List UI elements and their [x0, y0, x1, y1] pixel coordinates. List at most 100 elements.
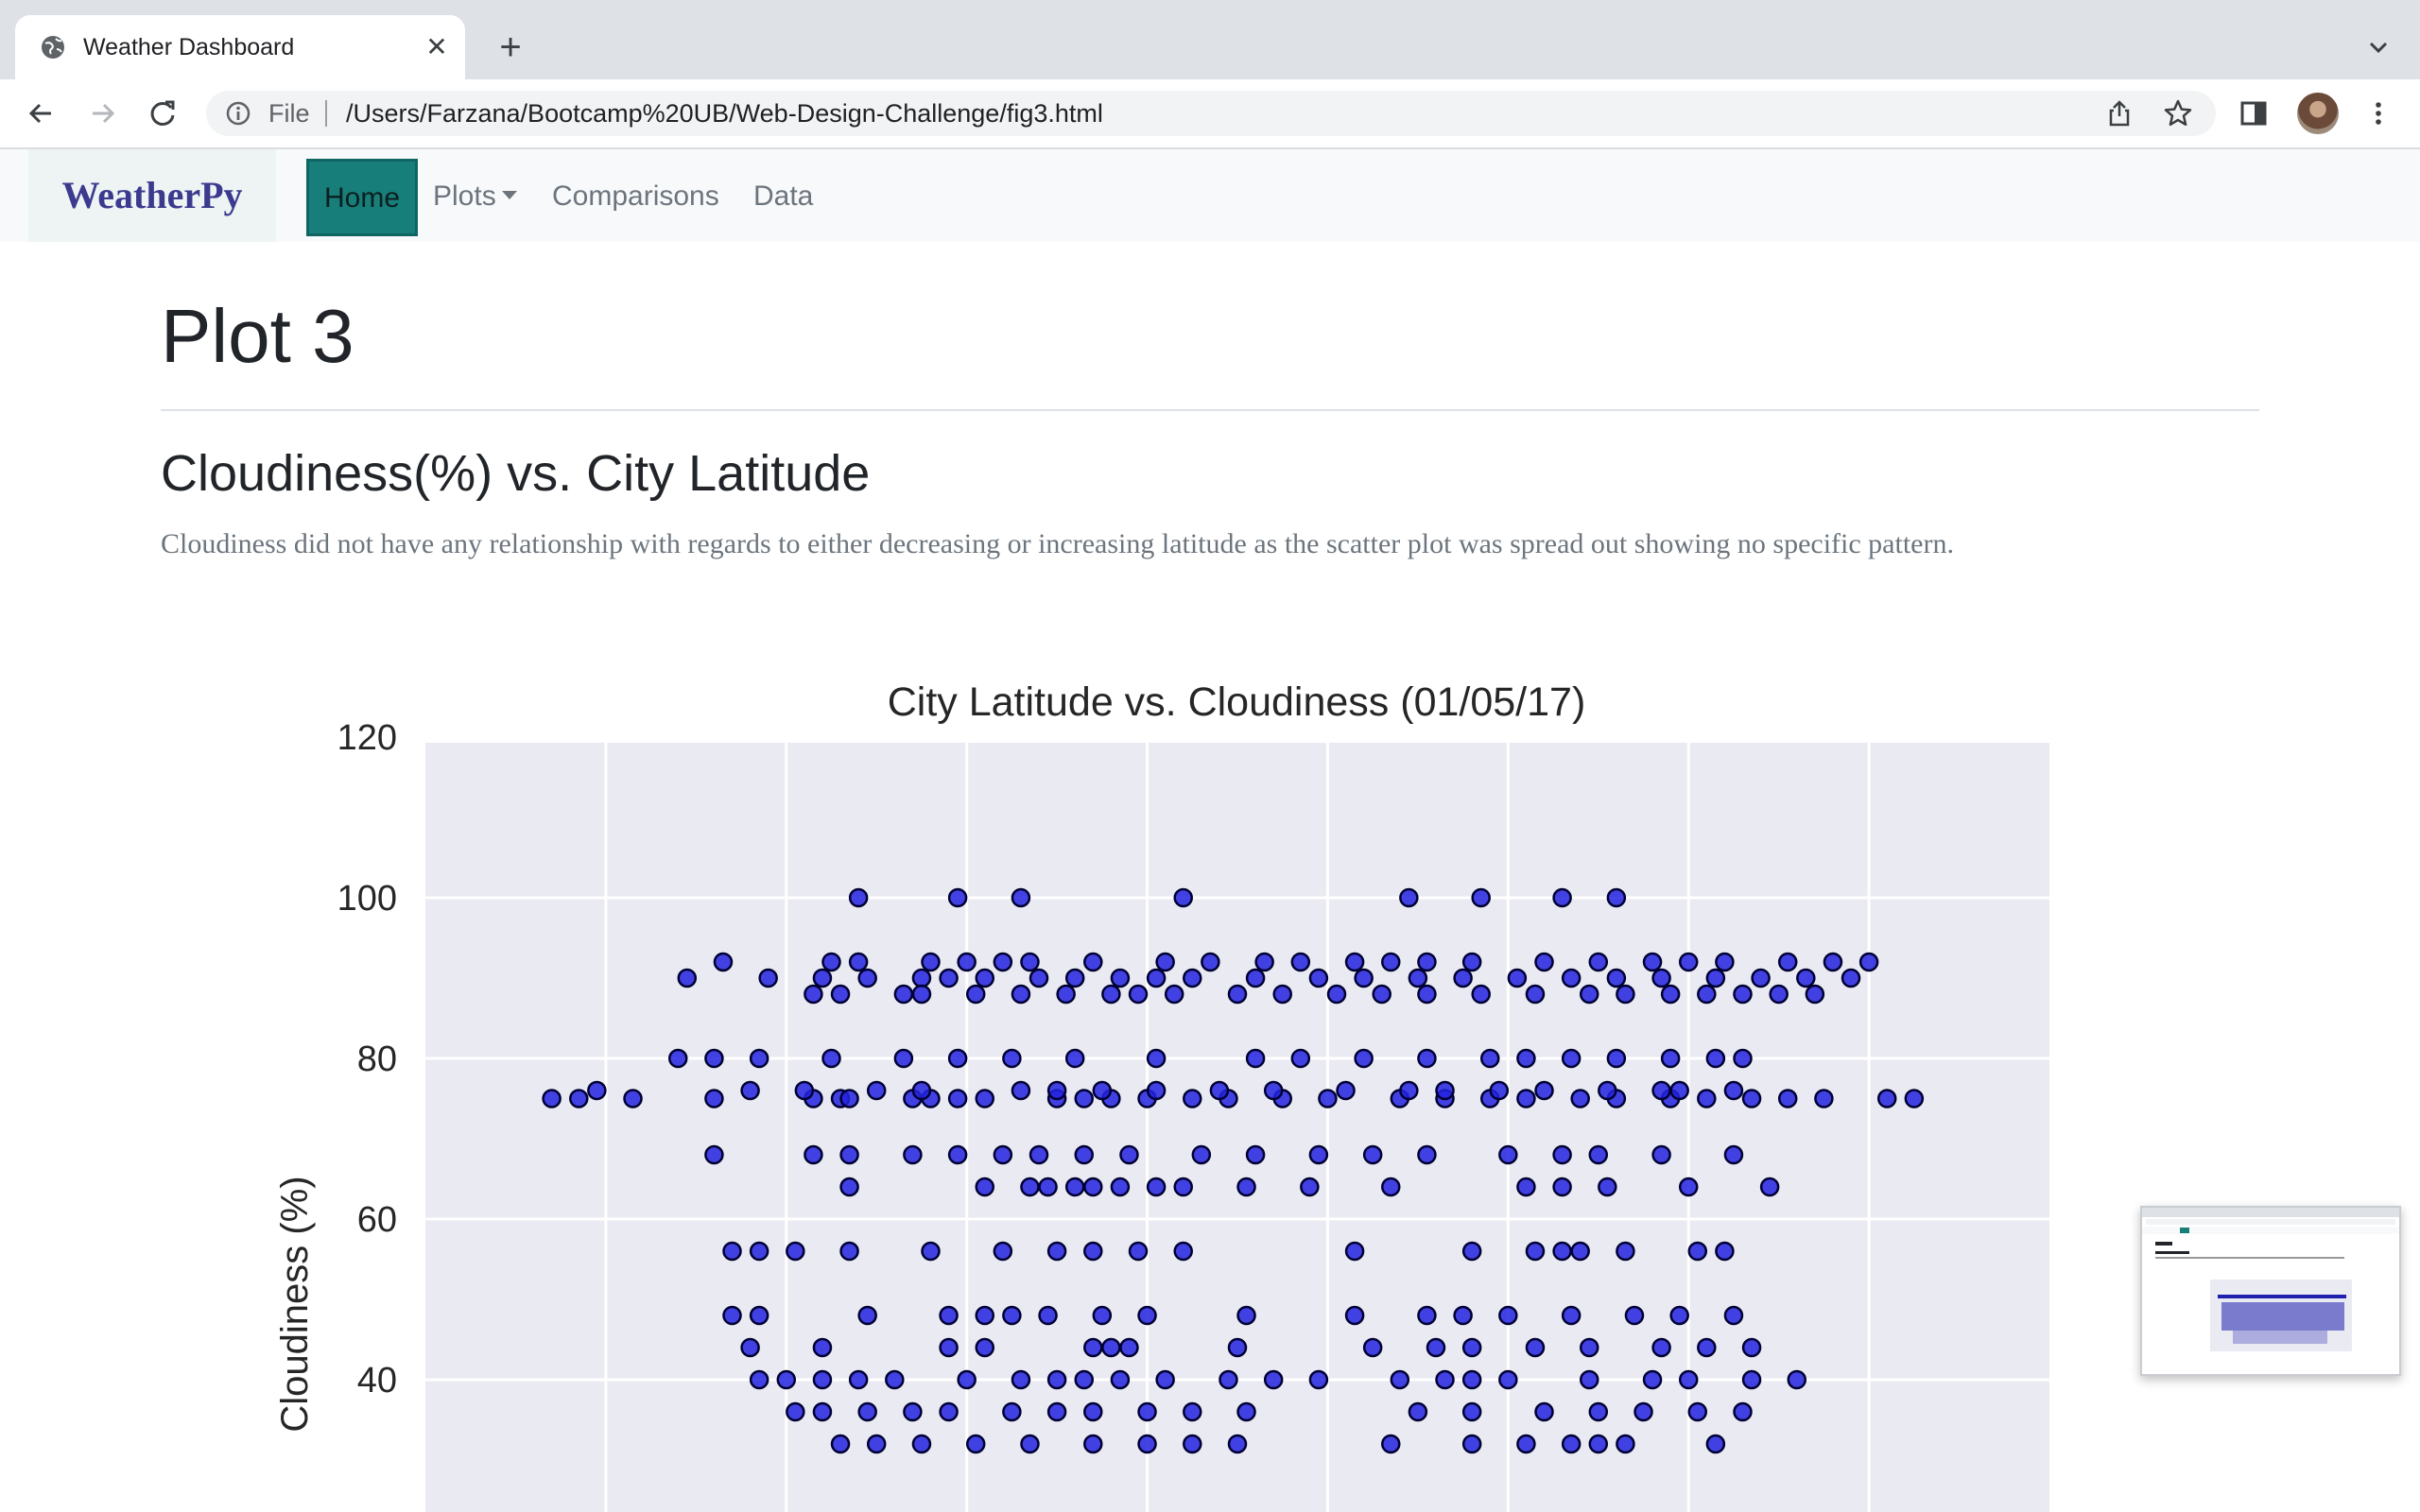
data-point: [1634, 1401, 1653, 1422]
new-tab-icon[interactable]: +: [492, 28, 529, 66]
data-point: [1787, 1369, 1807, 1390]
data-point: [1344, 1241, 1365, 1262]
window-preview-thumbnail[interactable]: [2140, 1206, 2401, 1376]
data-point: [1219, 1369, 1238, 1390]
data-point: [1038, 1305, 1058, 1326]
data-point: [1191, 1144, 1212, 1165]
y-axis-label: Cloudiness (%): [274, 1176, 316, 1432]
data-point: [1074, 1089, 1094, 1108]
data-point: [749, 1241, 769, 1262]
tab-title: Weather Dashboard: [83, 34, 295, 60]
data-point: [1715, 952, 1735, 972]
data-point: [1552, 1144, 1572, 1165]
tab-search-chevron-icon[interactable]: [2360, 28, 2397, 66]
data-point: [804, 1144, 823, 1165]
data-point: [957, 1369, 977, 1390]
data-point: [569, 1089, 589, 1108]
reload-icon[interactable]: [144, 94, 182, 132]
data-point: [993, 1144, 1013, 1165]
data-point: [1534, 1080, 1554, 1101]
data-point: [1697, 1089, 1717, 1108]
thumbnail-image: [2142, 1208, 2399, 1351]
data-point: [1858, 952, 1879, 972]
data-point: [794, 1080, 815, 1101]
data-point: [1381, 952, 1401, 972]
data-point: [1083, 1434, 1103, 1454]
back-arrow-icon[interactable]: [23, 94, 60, 132]
data-point: [1020, 952, 1040, 972]
data-point: [1715, 1241, 1735, 1262]
nav-plots-dropdown[interactable]: Plots: [433, 178, 517, 215]
y-tick-label: 60: [357, 1200, 397, 1240]
data-point: [1011, 984, 1031, 1005]
data-point: [786, 1241, 805, 1262]
data-point: [1390, 1369, 1410, 1390]
data-point: [1300, 1177, 1320, 1197]
share-icon[interactable]: [2104, 98, 2135, 129]
data-point: [704, 1089, 724, 1108]
url-text[interactable]: /Users/Farzana/Bootcamp%20UB/Web-Design-…: [346, 98, 1103, 129]
data-point: [857, 968, 877, 988]
profile-avatar[interactable]: [2297, 93, 2339, 134]
data-point: [1814, 1089, 1834, 1108]
more-menu-icon[interactable]: [2363, 98, 2394, 129]
data-point: [1733, 1401, 1753, 1422]
data-point: [1471, 984, 1491, 1005]
data-point: [812, 968, 833, 988]
data-point: [1002, 1048, 1022, 1069]
data-point: [1561, 1434, 1582, 1454]
data-point: [1642, 1369, 1663, 1390]
data-point: [921, 1241, 941, 1262]
data-point: [1426, 1337, 1446, 1358]
data-point: [812, 1401, 833, 1422]
data-point: [1461, 1401, 1482, 1422]
data-point: [740, 1337, 760, 1358]
info-icon[interactable]: [225, 100, 251, 127]
data-point: [866, 1434, 887, 1454]
nav-home[interactable]: Home: [306, 159, 418, 236]
data-point: [1046, 1369, 1067, 1390]
data-point: [1741, 1089, 1762, 1108]
data-point: [911, 984, 932, 1005]
data-point: [1164, 984, 1184, 1005]
data-point: [1660, 1048, 1681, 1069]
data-point: [1336, 1080, 1356, 1101]
data-point: [1399, 1080, 1419, 1101]
data-point: [1525, 1241, 1546, 1262]
data-point: [1263, 1369, 1284, 1390]
data-point: [1083, 952, 1103, 972]
data-point: [1263, 1080, 1284, 1101]
data-point: [939, 968, 959, 988]
forward-arrow-icon[interactable]: [83, 94, 121, 132]
data-point: [1669, 1305, 1689, 1326]
data-point: [1561, 968, 1582, 988]
data-point: [1651, 1144, 1671, 1165]
data-point: [1344, 952, 1365, 972]
data-point: [1110, 1177, 1131, 1197]
data-point: [1697, 1337, 1717, 1358]
side-panel-icon[interactable]: [2238, 98, 2269, 129]
nav-comparisons[interactable]: Comparisons: [552, 178, 719, 215]
data-point: [1616, 984, 1635, 1005]
tab-weather-dashboard[interactable]: Weather Dashboard ✕: [15, 15, 465, 79]
close-tab-icon[interactable]: ✕: [422, 32, 452, 62]
bookmark-star-icon[interactable]: [2163, 98, 2193, 129]
data-point: [1705, 1048, 1726, 1069]
data-point: [1064, 1048, 1085, 1069]
data-point: [1606, 887, 1627, 908]
data-point: [1183, 1089, 1202, 1108]
brand-logo[interactable]: WeatherPy: [28, 149, 276, 242]
address-bar[interactable]: File /Users/Farzana/Bootcamp%20UB/Web-De…: [206, 91, 2216, 136]
data-point: [1552, 1241, 1572, 1262]
data-point: [1155, 1369, 1175, 1390]
data-point: [740, 1080, 760, 1101]
data-point: [1083, 1241, 1103, 1262]
data-point: [1362, 1337, 1383, 1358]
data-point: [1435, 1369, 1455, 1390]
nav-data[interactable]: Data: [753, 178, 813, 215]
data-point: [1318, 1089, 1338, 1108]
data-point: [1083, 1177, 1103, 1197]
data-point: [857, 1305, 877, 1326]
data-point: [957, 952, 977, 972]
data-point: [830, 1434, 851, 1454]
